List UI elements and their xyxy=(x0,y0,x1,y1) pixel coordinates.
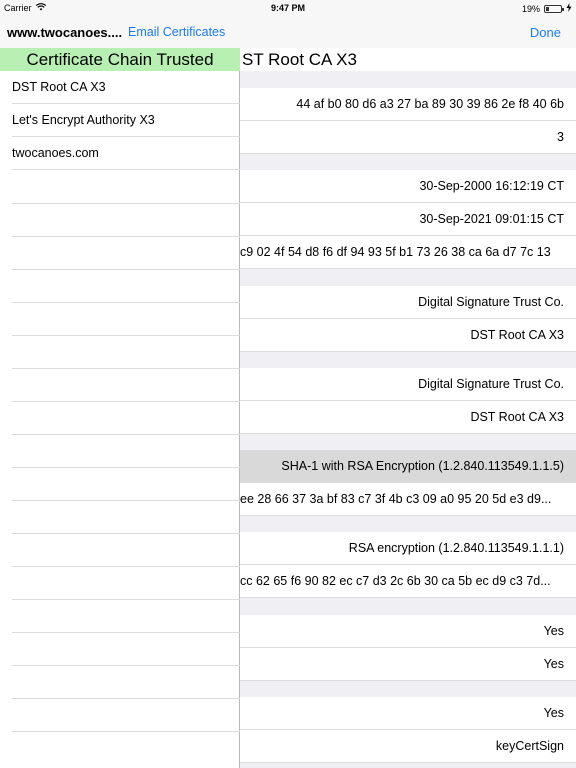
status-bar: Carrier 9:47 PM 19% xyxy=(0,0,576,16)
empty-row-divider xyxy=(12,665,240,666)
detail-row-subject-org: Digital Signature Trust Co. xyxy=(240,368,576,401)
trust-status-banner: Certificate Chain Trusted xyxy=(0,48,240,71)
detail-row-issuer-cn: DST Root CA X3 xyxy=(240,319,576,352)
detail-row-not-before: 30-Sep-2000 16:12:19 CT xyxy=(240,170,576,203)
empty-row-divider xyxy=(12,269,240,270)
empty-row-divider xyxy=(12,632,240,633)
detail-row-key-usage-critical: Yes xyxy=(240,697,576,730)
battery-level-fill xyxy=(546,6,549,11)
empty-row-divider xyxy=(12,500,240,501)
empty-row-divider xyxy=(12,599,240,600)
detail-row-issuer-org: Digital Signature Trust Co. xyxy=(240,286,576,319)
cert-list-item[interactable]: DST Root CA X3 xyxy=(12,71,240,104)
battery-percent: 19% xyxy=(521,3,540,14)
sidebar-title: www.twocanoes.... xyxy=(7,25,123,40)
detail-row-public-key-algorithm: RSA encryption (1.2.840.113549.1.1.1) xyxy=(240,532,576,565)
empty-row-divider xyxy=(12,236,240,237)
empty-row-divider xyxy=(12,698,240,699)
battery-icon xyxy=(544,4,564,13)
detail-row-critical: Yes xyxy=(240,648,576,681)
detail-row-serial-number: 44 af b0 80 d6 a3 27 ba 89 30 39 86 2e f… xyxy=(240,88,576,121)
empty-row-divider xyxy=(12,335,240,336)
empty-row-divider xyxy=(12,566,240,567)
detail-row-fingerprint: c9 02 4f 54 d8 f6 df 94 93 5f b1 73 26 3… xyxy=(240,236,576,269)
empty-row-divider xyxy=(12,401,240,402)
empty-row-divider xyxy=(12,731,240,732)
detail-row-ca: Yes xyxy=(240,615,576,648)
detail-row-public-key: cc 62 65 f6 90 82 ec c7 d3 2c 6b 30 ca 5… xyxy=(240,565,576,598)
charging-bolt-icon xyxy=(566,3,572,14)
empty-row-divider xyxy=(12,467,240,468)
done-button[interactable]: Done xyxy=(530,25,561,40)
detail-row-signature: ee 28 66 37 3a bf 83 c7 3f 4b c3 09 a0 9… xyxy=(240,483,576,516)
detail-row-not-after: 30-Sep-2021 09:01:15 CT xyxy=(240,203,576,236)
email-certificates-button[interactable]: Email Certificates xyxy=(128,25,225,39)
empty-row-divider xyxy=(12,302,240,303)
sidebar-navigation-bar: www.twocanoes.... Email Certificates xyxy=(0,16,240,48)
status-time: 9:47 PM xyxy=(270,3,305,13)
certificate-chain-sidebar: www.twocanoes.... Email Certificates Cer… xyxy=(0,16,240,768)
empty-row-divider xyxy=(12,368,240,369)
cert-list-item[interactable]: Let's Encrypt Authority X3 xyxy=(12,104,240,137)
detail-row-key-usage: keyCertSign xyxy=(240,730,576,763)
cert-list-item[interactable]: twocanoes.com xyxy=(12,137,240,170)
empty-row-divider xyxy=(12,203,240,204)
detail-row-subject-cn: DST Root CA X3 xyxy=(240,401,576,434)
detail-row-version: 3 xyxy=(240,121,576,154)
detail-row-signature-algorithm[interactable]: SHA-1 with RSA Encryption (1.2.840.11354… xyxy=(240,450,576,483)
detail-title: ST Root CA X3 xyxy=(240,48,576,71)
empty-row-divider xyxy=(12,434,240,435)
empty-row-divider xyxy=(12,533,240,534)
